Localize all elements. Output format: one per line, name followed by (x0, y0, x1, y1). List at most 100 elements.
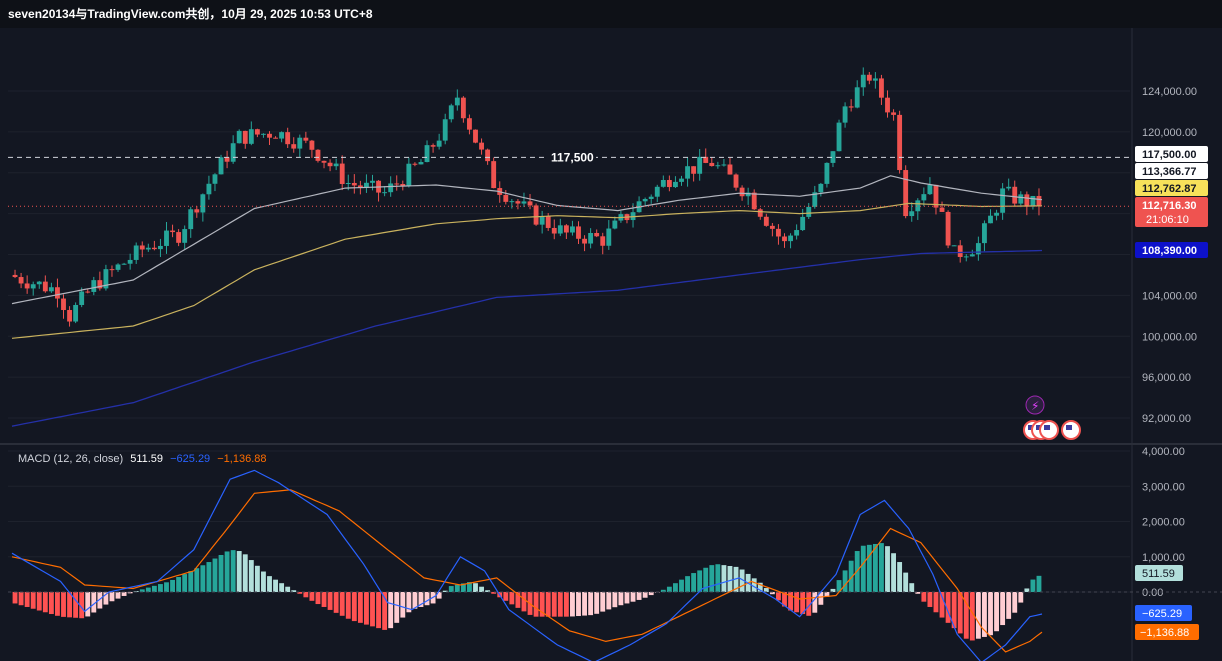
macd-histogram-bar (794, 592, 800, 613)
candle-body (309, 140, 315, 150)
macd-histogram-bar (188, 571, 194, 592)
candle-body (648, 196, 654, 199)
macd-histogram-bar (1000, 592, 1006, 626)
candle-body (279, 132, 285, 139)
macd-histogram-bar (224, 551, 230, 592)
macd-tick-label: 2,000.00 (1142, 517, 1185, 529)
macd-histogram-bar (448, 586, 454, 592)
candle-body (127, 259, 133, 264)
symbol-legend: 比特币/美元 · 1天 · CRYPTO 开=112,915.53 高=112,… (18, 36, 572, 52)
candle-body (36, 281, 42, 285)
candle-body (909, 211, 915, 217)
macd-histogram-bar (267, 576, 272, 592)
macd-histogram-bar (424, 592, 430, 606)
macd-histogram-bar (182, 574, 188, 592)
close-price-tag-bg (1135, 197, 1208, 227)
candle-body (606, 228, 612, 246)
candle-body (224, 157, 230, 162)
candle-body (242, 130, 248, 144)
candle-body (515, 201, 521, 204)
candle-body (412, 163, 418, 165)
macd-histogram-bar (830, 588, 836, 592)
macd-histogram-bar (345, 592, 351, 619)
macd-histogram-bar (951, 592, 957, 629)
candle-body (91, 280, 97, 292)
candle-body (303, 137, 309, 141)
macd-histogram-bar (273, 579, 278, 592)
candle-body (218, 157, 224, 175)
macd-histogram-bar (503, 592, 509, 601)
macd-histogram-bar (351, 592, 357, 622)
macd-histogram-bar (55, 592, 60, 616)
candle-body (860, 74, 866, 88)
ema100-line (11, 249, 1043, 427)
ema50-price-tag: 112,762.87 (1142, 183, 1196, 195)
ema100-price-tag: 108,390.00 (1142, 245, 1197, 257)
candle-body (42, 281, 48, 292)
candle-body (1000, 188, 1006, 213)
candle-body (939, 207, 945, 212)
candle-body (897, 114, 903, 171)
price-tick-label: 124,000.00 (1142, 86, 1197, 98)
candle-body (236, 130, 242, 144)
ohlc-open: 开=112,915.53 (165, 39, 237, 51)
candle-body (67, 310, 72, 322)
symbol-name: 比特币/美元 · 1天 · CRYPTO (18, 39, 159, 51)
macd-histogram-bar (903, 572, 909, 592)
candle-body (18, 277, 24, 284)
currency-button[interactable]: USD (1138, 32, 1208, 58)
candle-body (600, 236, 606, 246)
candle-body (479, 142, 484, 150)
hline-price-tag: 117,500.00 (1142, 149, 1196, 161)
watermark-text: seven20134与TradingView.com共创，10月 29, 202… (8, 7, 373, 21)
us-flag-icon (1039, 420, 1059, 440)
us-flag-icon-canton (1066, 425, 1072, 430)
macd-histogram-bar (73, 592, 79, 618)
us-flag-icon (1061, 420, 1081, 440)
macd-histogram-bar (679, 579, 684, 592)
macd-histogram-bar (721, 565, 727, 592)
candle-body (158, 245, 163, 250)
macd-histogram-bar (18, 592, 24, 606)
macd-histogram-bar (836, 580, 842, 592)
high-value: =112,963.20 (254, 39, 316, 51)
candle-body (400, 183, 406, 187)
candle-body (382, 192, 388, 194)
macd-histogram-bar (388, 592, 394, 629)
macd-histogram-bar (576, 592, 581, 617)
candle-body (55, 287, 60, 299)
candle-body (806, 206, 812, 217)
candle-body (745, 192, 751, 197)
macd-histogram-bar (394, 592, 400, 623)
candle-body (200, 194, 206, 213)
candle-body (739, 187, 745, 197)
candle-body (527, 201, 533, 206)
open-label: 开 (165, 39, 177, 51)
candle-body (491, 161, 497, 189)
macd-histogram-bar (557, 592, 563, 617)
candle-body (267, 133, 272, 138)
candle-body (830, 151, 836, 163)
macd-histogram-bar (97, 592, 103, 609)
candle-body (782, 236, 787, 242)
candle-body (872, 78, 878, 81)
macd-hist-tag-bg (1135, 565, 1183, 581)
us-flag-icon-canton (1036, 425, 1042, 430)
candle-body (994, 212, 999, 216)
macd-histogram-bar (685, 576, 690, 592)
change-value: −199.23 (−0.18%) (480, 39, 569, 51)
macd-histogram-bar (921, 592, 927, 602)
macd-histogram-bar (170, 579, 175, 592)
candle-body (109, 269, 115, 271)
candle-body (285, 132, 291, 145)
ema-legend: EMA 20/50/100/200 113,366.77 112,762.87 … (18, 52, 304, 64)
macd-histogram-bar (1030, 579, 1036, 592)
candle-body (763, 216, 769, 226)
macd-histogram-bar (303, 592, 309, 598)
macd-histogram-bar (594, 592, 600, 614)
macd-line (11, 469, 1043, 661)
chart-canvas: 92,000.00 96,000.00 100,000.00 104,000.00 12… (0, 28, 1222, 661)
macd-histogram-bar (103, 592, 109, 605)
macd-histogram-bar (400, 592, 406, 618)
candle-body (673, 181, 678, 188)
